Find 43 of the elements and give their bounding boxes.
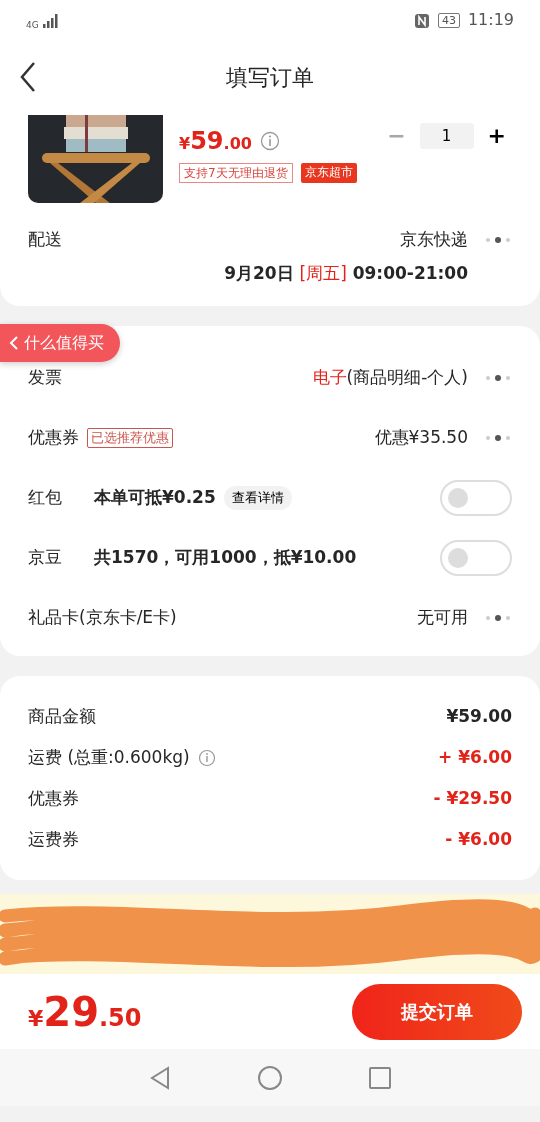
- chevron-left-icon: [8, 334, 20, 352]
- details-button[interactable]: 查看详情: [223, 486, 292, 510]
- page-title: 填写订单: [226, 64, 314, 92]
- more-icon: [484, 614, 512, 622]
- summary-value: - ¥6.00: [445, 827, 512, 851]
- nav-home-icon[interactable]: [256, 1063, 284, 1092]
- plus-button[interactable]: +: [481, 125, 512, 147]
- row-label: 优惠券: [28, 426, 79, 450]
- return-policy-tag: 支持7天无理由退货: [179, 163, 293, 183]
- row-label: 京豆: [28, 546, 63, 570]
- row-value[interactable]: 电子(商品明细-个人): [312, 365, 468, 391]
- store-tag: 京东超市: [300, 163, 357, 183]
- summary-label: 优惠券: [28, 786, 79, 810]
- carrier-text: 京东快递: [400, 228, 468, 251]
- clock: 11:19: [467, 9, 514, 31]
- battery-level: 43: [437, 12, 460, 28]
- toggle-switch[interactable]: [440, 540, 512, 576]
- row-label: 红包: [28, 486, 63, 510]
- row-label: 发票: [28, 366, 62, 390]
- network-label: 4G: [26, 18, 39, 32]
- more-icon: [484, 434, 512, 442]
- row-label: 礼品卡(京东卡/E卡): [28, 606, 177, 630]
- toggle-switch[interactable]: [440, 480, 512, 516]
- deduction-text: 共1570，可用1000，抵¥10.00: [94, 546, 357, 570]
- total-price: ¥29.50: [28, 987, 142, 1037]
- summary-value: - ¥29.50: [433, 786, 512, 810]
- summary-label: 运费 (总重:0.600kg): [28, 745, 190, 769]
- row-value[interactable]: 优惠¥35.50: [374, 425, 468, 451]
- row-label: 配送: [28, 228, 62, 251]
- back-button[interactable]: [18, 60, 38, 94]
- more-icon: [484, 235, 512, 244]
- summary-value: + ¥6.00: [438, 745, 512, 769]
- summary-label: 商品金额: [28, 704, 96, 728]
- more-icon: [484, 374, 512, 382]
- summary-label: 运费券: [28, 827, 79, 851]
- row-value[interactable]: 无可用: [417, 605, 468, 631]
- quantity-field[interactable]: 1: [419, 123, 474, 149]
- deduction-text: 本单可抵¥0.25: [94, 486, 216, 510]
- product-price: ¥59.00: [179, 126, 252, 157]
- delivery-time: 9月20日 [周五] 09:00-21:00: [224, 261, 468, 285]
- coupon-tag: 已选推荐优惠: [87, 428, 173, 448]
- submit-order-button[interactable]: 提交订单: [352, 983, 522, 1040]
- summary-value: ¥59.00: [446, 704, 512, 728]
